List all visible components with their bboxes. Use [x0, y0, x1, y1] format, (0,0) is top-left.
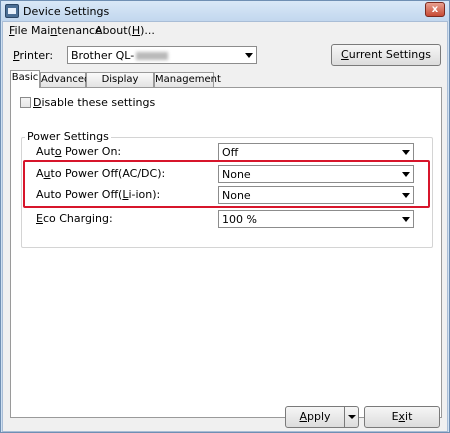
auto-power-off-liion-select[interactable]: None	[218, 186, 414, 204]
auto-power-off-liion-value: None	[222, 189, 251, 202]
auto-power-on-select[interactable]: Off	[218, 143, 414, 161]
apply-dropdown-arrow-icon[interactable]	[344, 407, 358, 427]
tab-advanced-label: Advanced	[41, 74, 91, 85]
eco-charging-value: 100 %	[222, 213, 257, 226]
auto-power-off-acdc-select[interactable]: None	[218, 165, 414, 183]
dropdown-arrow-icon	[402, 172, 410, 177]
menu-file[interactable]: File	[7, 24, 29, 37]
printer-value: Brother QL-	[71, 49, 135, 62]
apply-label: Apply	[299, 410, 331, 423]
current-settings-button[interactable]: Current Settings	[331, 44, 441, 66]
auto-power-on-value: Off	[222, 146, 239, 159]
tab-management[interactable]: Management	[154, 72, 221, 87]
dropdown-arrow-icon	[402, 193, 410, 198]
power-settings-legend: Power Settings	[25, 130, 111, 143]
eco-charging-select[interactable]: 100 %	[218, 210, 414, 228]
title-bar[interactable]: Device Settings x	[1, 1, 449, 21]
checkbox-icon[interactable]	[20, 97, 31, 108]
menu-about[interactable]: About(H)...	[93, 24, 157, 37]
apply-button[interactable]: Apply	[285, 406, 359, 428]
redacted-model-blur	[136, 52, 169, 60]
close-button[interactable]: x	[425, 2, 445, 17]
device-settings-window: Device Settings x File Maintenance About…	[0, 0, 450, 433]
tab-basic[interactable]: Basic	[10, 70, 40, 88]
app-icon	[5, 4, 19, 18]
client-area: File Maintenance About(H)... Printer: Br…	[2, 21, 448, 432]
tab-advanced[interactable]: Advanced	[40, 72, 90, 87]
close-icon: x	[431, 4, 439, 15]
tab-basic-label: Basic	[11, 72, 39, 83]
printer-select[interactable]: Brother QL-	[67, 46, 257, 64]
dropdown-arrow-icon	[402, 150, 410, 155]
auto-power-on-label: Auto Power On:	[36, 145, 122, 158]
window-title: Device Settings	[23, 5, 110, 18]
tab-management-label: Management	[155, 74, 221, 85]
dropdown-arrow-icon	[402, 217, 410, 222]
disable-settings-row[interactable]: Disable these settings	[20, 96, 155, 109]
exit-button[interactable]: Exit	[364, 406, 440, 428]
current-settings-label: Current Settings	[341, 48, 431, 61]
exit-label: Exit	[391, 410, 413, 423]
dropdown-arrow-icon	[245, 53, 253, 58]
tab-display-settings[interactable]: Display Settings	[86, 72, 154, 98]
printer-label: Printer:	[13, 49, 54, 62]
menu-bar: File Maintenance About(H)...	[3, 22, 447, 40]
auto-power-off-liion-label: Auto Power Off(Li-ion):	[36, 188, 161, 201]
basic-settings-panel: Disable these settings Power Settings Au…	[10, 87, 442, 418]
disable-settings-label: Disable these settings	[33, 96, 156, 109]
eco-charging-label: Eco Charging:	[36, 212, 113, 225]
auto-power-off-acdc-label: Auto Power Off(AC/DC):	[36, 167, 166, 180]
auto-power-off-acdc-value: None	[222, 168, 251, 181]
